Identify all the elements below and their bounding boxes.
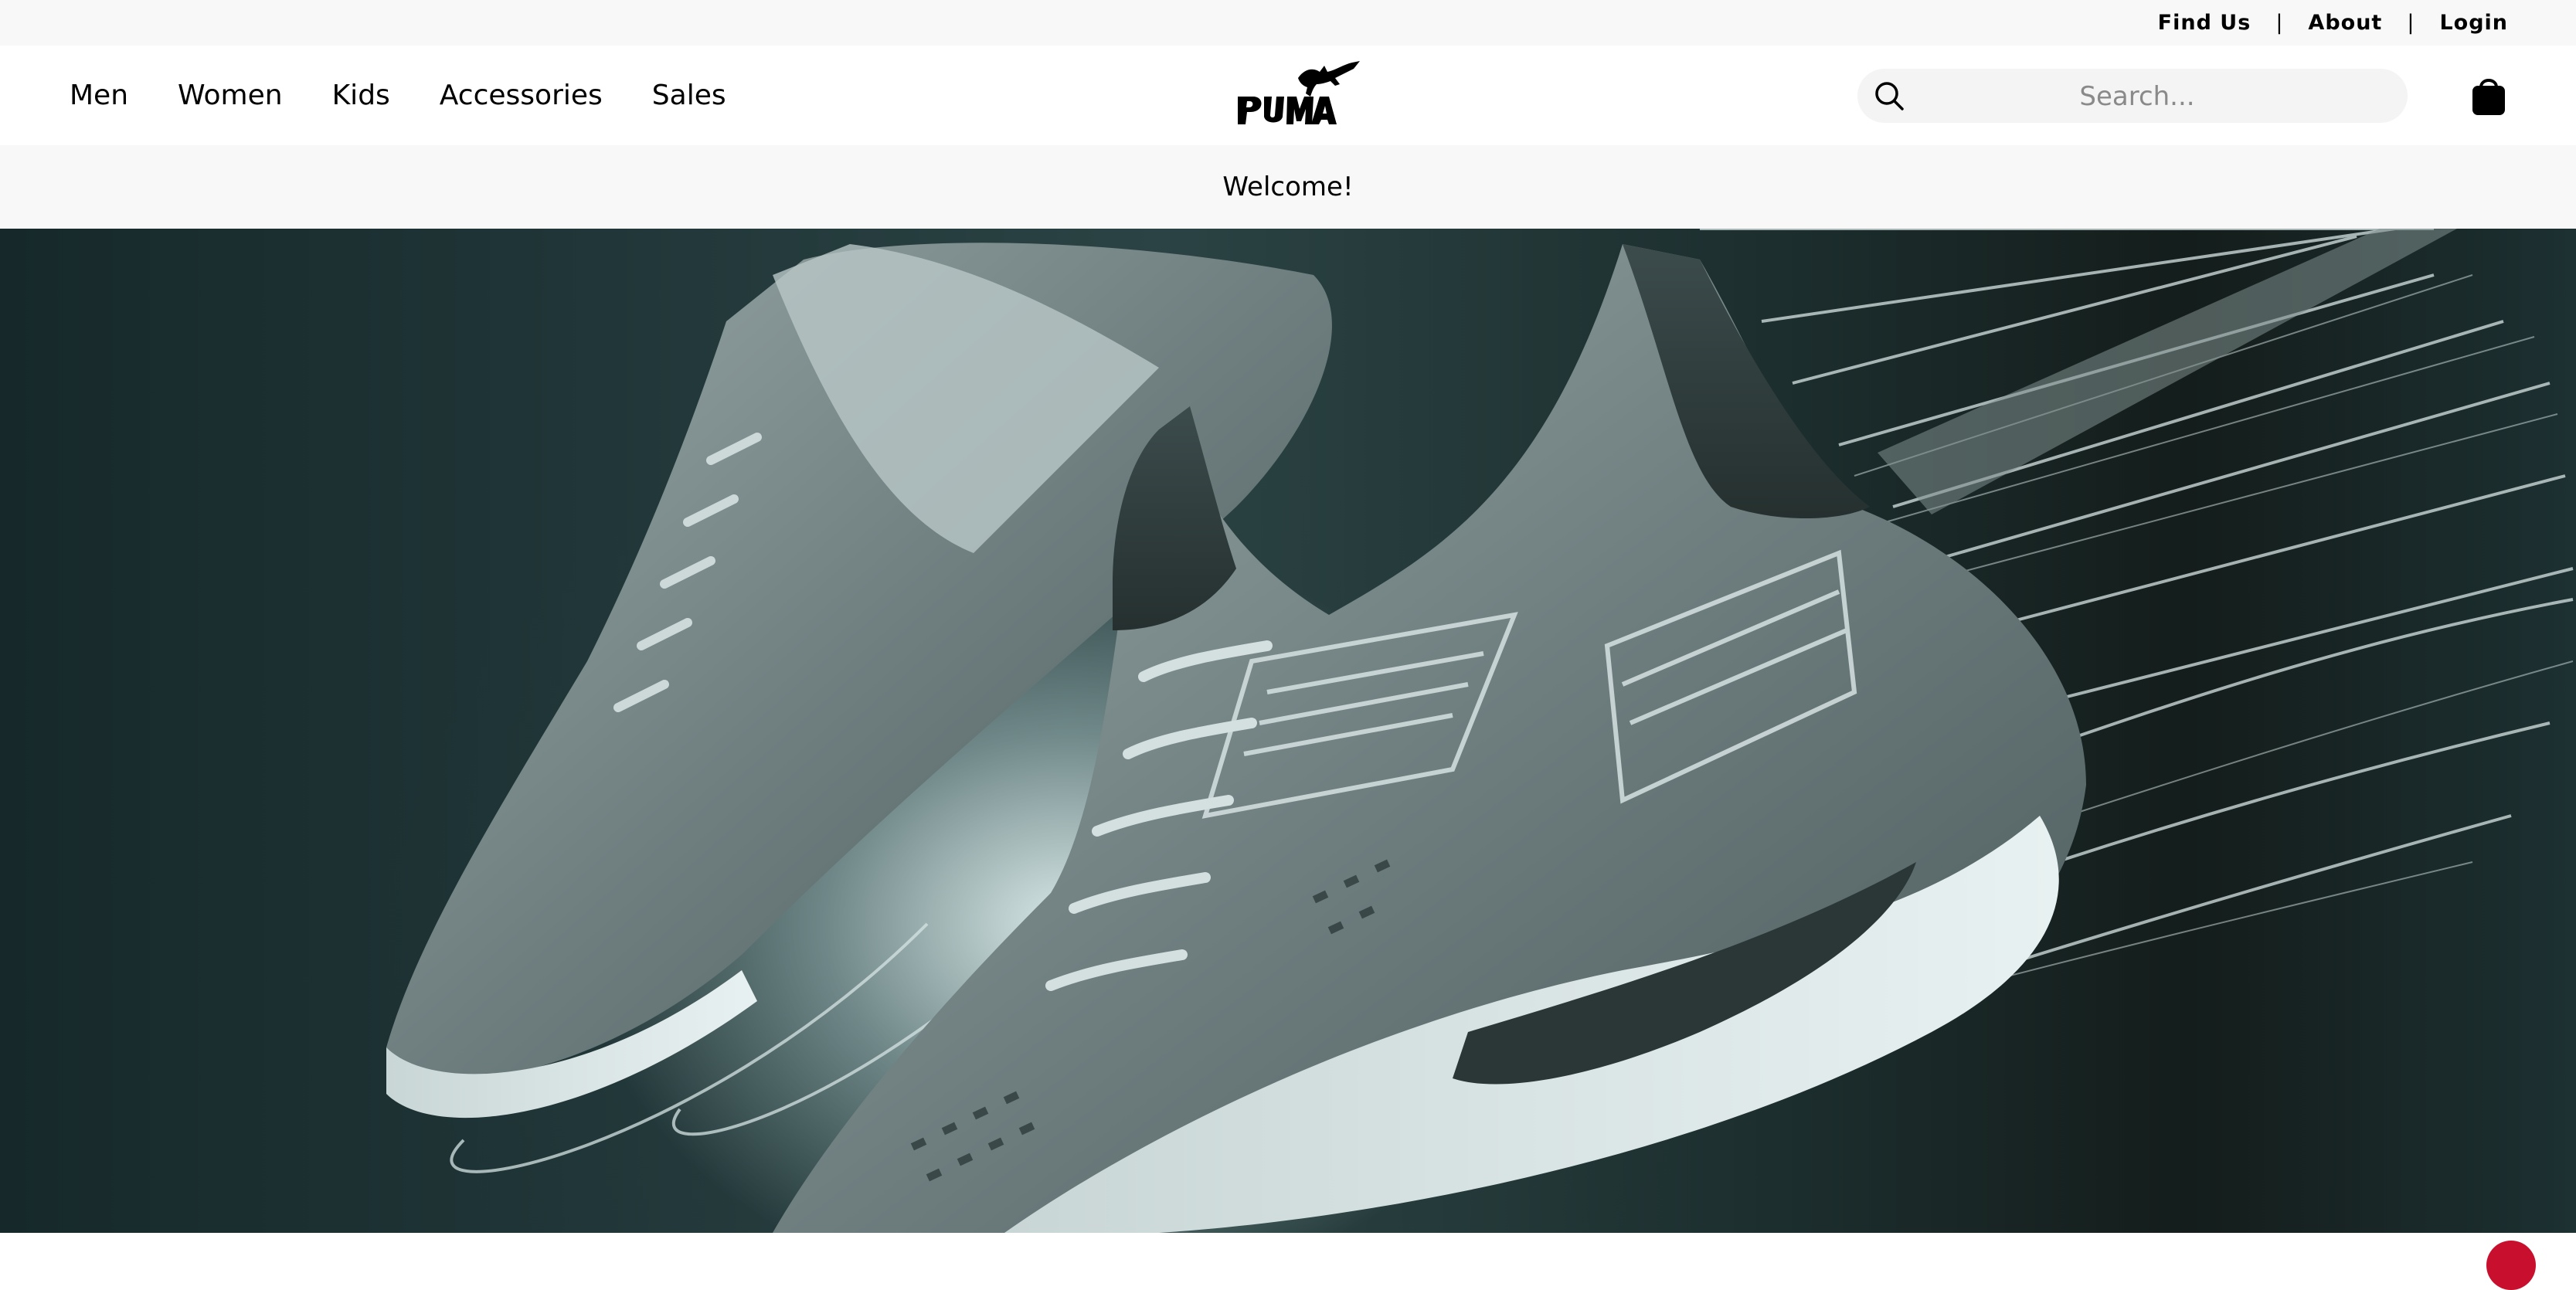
nav-item-sales[interactable]: Sales xyxy=(652,80,726,111)
hero-banner[interactable] xyxy=(0,229,2576,1233)
welcome-text: Welcome! xyxy=(1222,171,1354,202)
search-box[interactable] xyxy=(1857,69,2408,124)
shopping-bag-icon[interactable] xyxy=(2469,73,2508,117)
puma-logo[interactable] xyxy=(1236,61,1364,129)
nav-item-kids[interactable]: Kids xyxy=(332,80,390,111)
main-header: Men Women Kids Accessories Sales xyxy=(0,46,2576,145)
utility-bar: Find Us | About | Login xyxy=(0,0,2576,46)
sneaker-hero-image xyxy=(386,229,2574,1233)
nav-item-women[interactable]: Women xyxy=(178,80,283,111)
utility-separator: | xyxy=(2407,11,2415,35)
chat-icon[interactable] xyxy=(2486,1241,2536,1290)
find-us-link[interactable]: Find Us xyxy=(2158,11,2251,35)
nav-item-men[interactable]: Men xyxy=(70,80,128,111)
nav-item-accessories[interactable]: Accessories xyxy=(440,80,603,111)
utility-links: Find Us | About | Login xyxy=(2158,0,2508,46)
about-link[interactable]: About xyxy=(2308,11,2382,35)
utility-separator: | xyxy=(2275,11,2284,35)
main-nav: Men Women Kids Accessories Sales xyxy=(70,46,776,145)
bottom-strip xyxy=(0,1233,2576,1252)
welcome-banner: Welcome! xyxy=(0,145,2576,229)
search-icon[interactable] xyxy=(1873,80,1905,112)
search-input[interactable] xyxy=(1927,69,2347,124)
login-link[interactable]: Login xyxy=(2439,11,2508,35)
